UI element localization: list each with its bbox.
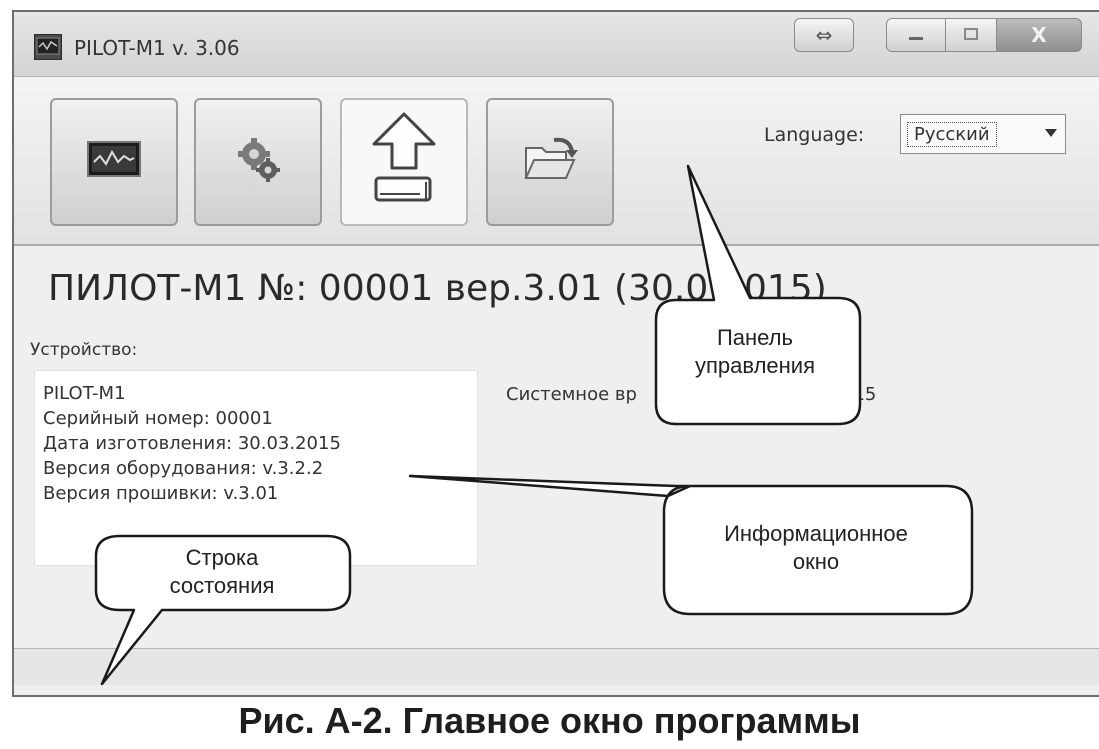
control-panel: Language: Русский [14, 78, 1099, 246]
info-line-serial: Серийный номер: 00001 [43, 408, 273, 429]
info-line-hardware-version: Версия оборудования: v.3.2.2 [43, 458, 324, 479]
callout-status-bar-text: Строка состояния [169, 545, 275, 598]
oscilloscope-button[interactable] [50, 98, 178, 226]
resize-button[interactable]: ⇔ [794, 18, 854, 52]
device-label: Устройство: [30, 340, 138, 360]
language-value: Русский [907, 121, 997, 147]
window-title: PILOT-M1 v. 3.06 [74, 36, 240, 60]
system-time: Системное вр 015 [506, 384, 876, 405]
device-title-tail: 015) [744, 268, 827, 309]
language-label: Language: [764, 124, 865, 146]
language-select[interactable]: Русский [900, 114, 1066, 154]
upload-icon [364, 110, 444, 214]
title-bar: PILOT-M1 v. 3.06 ⇔ X [14, 12, 1099, 77]
device-title: ПИЛОТ-М1 №: 00001 вер.3.01 (30.0 [48, 268, 709, 309]
maximize-icon [961, 23, 981, 47]
callout-info-window-text: Информационное окно [724, 521, 908, 574]
callout-control-panel-text: Панель управления [695, 325, 815, 378]
close-button[interactable]: X [996, 18, 1082, 52]
maximize-button[interactable] [945, 18, 997, 52]
status-bar [14, 648, 1099, 685]
figure-caption: Рис. А-2. Главное окно программы [238, 700, 861, 741]
resize-icon: ⇔ [815, 23, 833, 47]
app-icon [34, 34, 62, 60]
close-icon: X [1031, 23, 1047, 47]
info-window: PILOT-M1 Серийный номер: 00001 Дата изго… [34, 370, 478, 566]
gears-icon [230, 132, 286, 192]
info-line-model: PILOT-M1 [43, 383, 126, 404]
open-folder-icon [520, 134, 580, 190]
info-line-manufacture-date: Дата изготовления: 30.03.2015 [43, 433, 341, 454]
upload-button[interactable] [340, 98, 468, 226]
info-line-firmware-version: Версия прошивки: v.3.01 [43, 483, 279, 504]
system-time-tail: 015 [842, 384, 877, 405]
oscilloscope-icon [86, 138, 142, 186]
minimize-icon [906, 23, 926, 47]
settings-button[interactable] [194, 98, 322, 226]
open-file-button[interactable] [486, 98, 614, 226]
chevron-down-icon [1045, 129, 1057, 137]
system-time-label: Системное вр [506, 384, 637, 405]
minimize-button[interactable] [886, 18, 946, 52]
